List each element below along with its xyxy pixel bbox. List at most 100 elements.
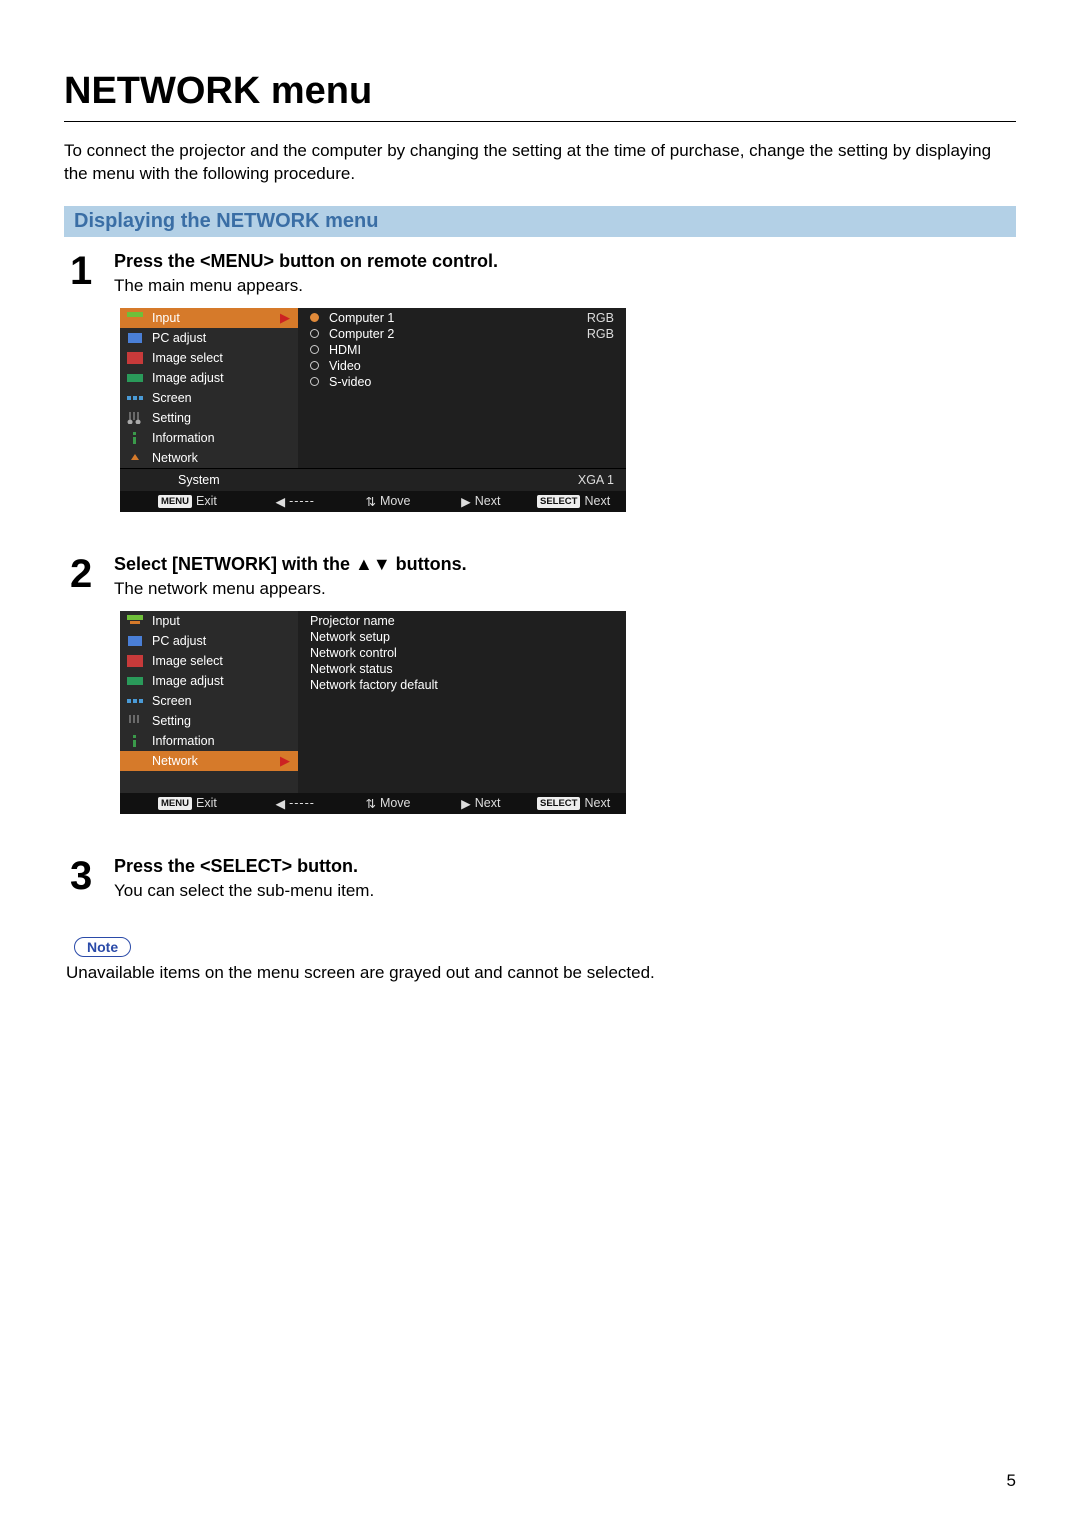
updown-icon: ⇅ (365, 494, 375, 509)
menu-item-screen: Screen (120, 388, 298, 408)
network-icon (126, 451, 144, 465)
osd-footer: MENUExit ◀----- ⇅Move ▶Next SELECTNext (120, 793, 626, 814)
option-label: Video (329, 359, 361, 373)
screen-icon (126, 391, 144, 405)
network-option: Network status (298, 661, 626, 677)
page-number: 5 (1007, 1471, 1016, 1491)
select-badge: SELECT (537, 495, 580, 508)
osd-left-menu: Input PC adjust Image select Image (120, 611, 298, 793)
osd-network-menu: Input PC adjust Image select Image (120, 611, 626, 814)
radio-icon (310, 345, 319, 354)
menu-label: Image adjust (152, 674, 224, 688)
image-select-icon (126, 654, 144, 668)
menu-label: Screen (152, 694, 192, 708)
image-adjust-icon (126, 371, 144, 385)
option-label: Network control (310, 646, 397, 660)
footer-exit: Exit (196, 796, 217, 810)
option-label: Projector name (310, 614, 395, 628)
osd-system-row: System XGA 1 (120, 468, 626, 491)
menu-item-network: Network (120, 448, 298, 468)
input-option: HDMI (298, 342, 626, 358)
step-title: Press the <SELECT> button. (114, 856, 1016, 877)
pc-adjust-icon (126, 331, 144, 345)
network-option: Network control (298, 645, 626, 661)
next-arrow-icon: ▶ (461, 494, 471, 509)
footer-select-next: Next (584, 796, 610, 810)
menu-label: Network (152, 754, 198, 768)
radio-icon (310, 361, 319, 370)
menu-item-image-adjust: Image adjust (120, 368, 298, 388)
menu-item-setting: Setting (120, 408, 298, 428)
menu-label: Image select (152, 351, 223, 365)
footer-next: Next (475, 494, 501, 508)
footer-back: ----- (289, 494, 315, 508)
arrow-right-icon: ▶ (280, 753, 290, 769)
step-number: 2 (70, 554, 108, 594)
pc-adjust-icon (126, 634, 144, 648)
menu-label: Information (152, 734, 215, 748)
option-label: Network setup (310, 630, 390, 644)
note-text: Unavailable items on the menu screen are… (66, 963, 1016, 983)
setting-icon (126, 411, 144, 425)
osd-right-panel: Computer 1RGB Computer 2RGB HDMI Video S… (298, 308, 626, 468)
menu-item-setting: Setting (120, 711, 298, 731)
menu-label: Input (152, 614, 180, 628)
menu-label: PC adjust (152, 634, 206, 648)
option-value: RGB (587, 327, 614, 341)
menu-item-information: Information (120, 731, 298, 751)
step-1: 1 Press the <MENU> button on remote cont… (70, 251, 1016, 536)
note-badge: Note (74, 937, 131, 957)
menu-badge: MENU (158, 797, 192, 810)
network-option: Network factory default (298, 677, 626, 693)
radio-selected-icon (310, 313, 319, 322)
arrow-right-icon: ▶ (280, 310, 290, 326)
osd-footer: MENUExit ◀----- ⇅Move ▶Next SELECTNext (120, 491, 626, 512)
information-icon (126, 734, 144, 748)
section-heading: Displaying the NETWORK menu (64, 206, 1016, 237)
footer-next: Next (475, 796, 501, 810)
network-option: Projector name (298, 613, 626, 629)
option-label: Network factory default (310, 678, 438, 692)
menu-label: Setting (152, 411, 191, 425)
menu-label: Input (152, 311, 180, 325)
footer-back: ----- (289, 796, 315, 810)
system-value: XGA 1 (578, 473, 614, 487)
back-arrow-icon: ◀ (275, 494, 285, 509)
network-option: Network setup (298, 629, 626, 645)
step-3: 3 Press the <SELECT> button. You can sel… (70, 856, 1016, 913)
back-arrow-icon: ◀ (275, 796, 285, 811)
osd-left-menu: Input ▶ PC adjust Image select (120, 308, 298, 468)
screen-icon (126, 694, 144, 708)
image-select-icon (126, 351, 144, 365)
menu-label: Information (152, 431, 215, 445)
radio-icon (310, 329, 319, 338)
input-option: Computer 2RGB (298, 326, 626, 342)
menu-item-image-adjust: Image adjust (120, 671, 298, 691)
footer-move: Move (380, 494, 411, 508)
input-icon (126, 311, 144, 325)
information-icon (126, 431, 144, 445)
option-label: S-video (329, 375, 371, 389)
radio-icon (310, 377, 319, 386)
menu-item-information: Information (120, 428, 298, 448)
footer-exit: Exit (196, 494, 217, 508)
menu-item-network: Network ▶ (120, 751, 298, 771)
step-number: 1 (70, 251, 108, 291)
menu-item-image-select: Image select (120, 651, 298, 671)
select-badge: SELECT (537, 797, 580, 810)
image-adjust-icon (126, 674, 144, 688)
menu-item-screen: Screen (120, 691, 298, 711)
osd-main-menu: Input ▶ PC adjust Image select (120, 308, 626, 512)
menu-label: Network (152, 451, 198, 465)
menu-label: PC adjust (152, 331, 206, 345)
step-number: 3 (70, 856, 108, 896)
step-title: Press the <MENU> button on remote contro… (114, 251, 1016, 272)
step-desc: The main menu appears. (114, 276, 1016, 296)
menu-item-pc-adjust: PC adjust (120, 631, 298, 651)
title-divider (64, 121, 1016, 122)
menu-badge: MENU (158, 495, 192, 508)
next-arrow-icon: ▶ (461, 796, 471, 811)
footer-move: Move (380, 796, 411, 810)
menu-label: Image select (152, 654, 223, 668)
intro-text: To connect the projector and the compute… (64, 140, 1016, 186)
